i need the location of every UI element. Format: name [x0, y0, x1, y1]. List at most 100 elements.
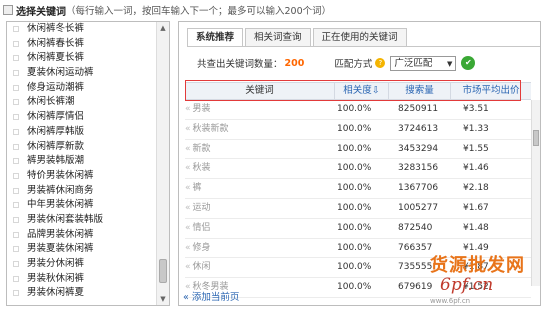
table-scroll-thumb[interactable] — [533, 130, 539, 146]
keyword-cell[interactable]: «情侣 — [185, 219, 211, 238]
table-row[interactable]: «情侣 100.0% 872540 ¥1.48 — [185, 219, 531, 239]
keyword-input-text: 男装分休闲裤 — [27, 258, 85, 269]
relevance-cell-text: 100.0% — [337, 163, 372, 174]
watermark-title: 货源批发网 — [430, 255, 525, 276]
keyword-input-line[interactable]: 休闲裤厚新款 — [7, 140, 157, 155]
keyword-cell[interactable]: «休闲 — [185, 258, 211, 277]
keyword-cell-text: 情侣 — [192, 222, 211, 233]
table-row[interactable]: «新款 100.0% 3453294 ¥1.55 — [185, 140, 531, 160]
keyword-cell[interactable]: «男装 — [185, 100, 211, 119]
price-cell-text: ¥1.48 — [463, 222, 489, 233]
relevance-cell: 100.0% — [337, 120, 371, 139]
help-icon[interactable]: ? — [375, 58, 386, 68]
keyword-input-line[interactable]: 修身运动潮裤 — [7, 81, 157, 96]
keyword-input-line[interactable]: 夏装休闲运动裤 — [7, 66, 157, 81]
keyword-cell-text: 裤 — [192, 183, 202, 194]
add-keyword-chevron-icon[interactable]: « — [185, 104, 191, 114]
keyword-cell-text: 秋装新款 — [192, 123, 229, 134]
price-cell: ¥1.46 — [463, 159, 489, 178]
add-keyword-chevron-icon[interactable]: « — [185, 144, 191, 154]
tab-system-recommend[interactable]: 系统推荐 — [187, 28, 244, 47]
tab-in-use-keywords[interactable]: 正在使用的关键词 — [312, 28, 407, 47]
keyword-cell[interactable]: «修身 — [185, 239, 211, 258]
price-cell: ¥3.51 — [463, 100, 489, 119]
price-cell: ¥2.18 — [463, 179, 489, 198]
searches-cell: 1005277 — [398, 199, 438, 218]
keyword-input-line[interactable]: 中年男装休闲裤 — [7, 198, 157, 213]
keyword-input-line[interactable]: 休闲裤厚情侣 — [7, 110, 157, 125]
keyword-input-text: 特价男装休闲裤 — [27, 169, 94, 181]
keyword-cell[interactable]: «运动 — [185, 199, 211, 218]
add-keyword-chevron-icon[interactable]: « — [185, 183, 191, 193]
add-keyword-chevron-icon[interactable]: « — [185, 124, 191, 134]
keyword-input-text: 男装夏装休闲裤 — [27, 243, 94, 255]
line-marker-icon — [13, 187, 19, 194]
keyword-input-line[interactable]: 休闲裤夏长裤 — [7, 51, 157, 66]
line-marker-icon — [13, 84, 19, 91]
line-marker-icon — [13, 158, 19, 165]
keyword-input-text: 休闲裤春长裤 — [27, 37, 85, 49]
match-type-select[interactable]: 广泛匹配 ▼ — [390, 55, 457, 71]
relevance-cell-text: 100.0% — [337, 104, 372, 114]
relevance-cell-text: 100.0% — [337, 202, 372, 213]
confirm-go-icon[interactable]: ✔ — [461, 56, 476, 70]
line-marker-icon — [13, 202, 19, 209]
scroll-thumb[interactable] — [159, 259, 167, 283]
keyword-input-line[interactable]: 男装夏装休闲裤 — [7, 242, 157, 257]
table-row[interactable]: «运动 100.0% 1005277 ¥1.67 — [185, 199, 531, 219]
keyword-input-line[interactable]: 休闲裤春长裤 — [7, 37, 157, 52]
table-row[interactable]: «男装 100.0% 8250911 ¥3.51 — [185, 100, 531, 120]
add-keyword-chevron-icon[interactable]: « — [185, 262, 191, 272]
keyword-input-line[interactable]: 男装秋休闲裤 — [7, 272, 157, 287]
add-keyword-chevron-icon[interactable]: « — [185, 243, 191, 253]
result-info-row: 共查出关键词数量： 200 匹配方式 ? 广泛匹配 ▼ ✔ — [197, 55, 476, 71]
keyword-input-line[interactable]: 男装休闲套装韩版 — [7, 213, 157, 228]
line-marker-icon — [13, 55, 19, 62]
scroll-down-icon[interactable]: ▼ — [157, 293, 169, 305]
keyword-input-line[interactable]: 特价男装休闲裤 — [7, 169, 157, 184]
tab-related-query[interactable]: 相关词查询 — [245, 28, 311, 47]
keyword-cell[interactable]: «秋装新款 — [185, 120, 229, 139]
scroll-up-icon[interactable]: ▲ — [157, 22, 169, 34]
table-row[interactable]: «秋装 100.0% 3283156 ¥1.46 — [185, 159, 531, 180]
keyword-list-scrollbar[interactable]: ▲ ▼ — [156, 22, 169, 305]
keyword-input-line[interactable]: 休闲裤厚韩版 — [7, 125, 157, 140]
keyword-input-line[interactable]: 休闲长裤潮 — [7, 95, 157, 110]
keyword-input-text: 中年男装休闲裤 — [27, 199, 94, 211]
add-keyword-chevron-icon[interactable]: « — [185, 163, 191, 173]
keyword-input-area[interactable]: 休闲裤冬长裤 休闲裤春长裤 休闲裤夏长裤 夏装休闲运动裤修身运动潮裤 休闲长裤潮休闲裤厚… — [6, 21, 170, 306]
keyword-input-text: 夏装休闲运动裤 — [27, 67, 94, 79]
table-row[interactable]: «裤 100.0% 1367706 ¥2.18 — [185, 179, 531, 199]
keyword-input-line[interactable]: 裤男装韩版潮 — [7, 154, 157, 169]
keyword-cell[interactable]: «秋装 — [185, 159, 211, 178]
keyword-cell-text: 新款 — [192, 143, 211, 154]
site-watermark: 货源批发网 6pf.cn www.6pf.cn — [418, 251, 546, 309]
searches-cell: 3724613 — [398, 120, 438, 139]
keyword-input-line[interactable]: 男装分休闲裤 — [7, 257, 157, 272]
keyword-input-line[interactable]: 男装休闲裤夏 — [7, 286, 157, 301]
add-keyword-chevron-icon[interactable]: « — [185, 203, 191, 213]
keyword-cell-text: 修身 — [192, 242, 211, 253]
searches-cell: 8250911 — [398, 100, 438, 119]
price-cell-text: ¥2.18 — [463, 183, 489, 194]
table-row[interactable]: «秋装新款 100.0% 3724613 ¥1.33 — [185, 120, 531, 140]
keyword-input-text: 休闲长裤潮 — [27, 96, 75, 108]
keyword-cell[interactable]: «裤 — [185, 179, 202, 198]
keyword-input-text: 男装秋休闲裤 — [27, 272, 85, 284]
line-marker-icon — [13, 216, 19, 223]
match-type-value: 广泛匹配 — [394, 57, 433, 69]
price-cell-text: ¥3.51 — [463, 104, 489, 114]
add-current-page-link[interactable]: « 添加当前页 — [183, 289, 239, 303]
relevance-cell: 100.0% — [337, 239, 371, 258]
line-marker-icon — [13, 114, 19, 121]
keyword-input-line[interactable]: 品牌男装休闲裤 — [7, 228, 157, 243]
price-cell: ¥1.55 — [463, 140, 489, 159]
keyword-input-line[interactable]: 休闲裤冬长裤 — [7, 22, 157, 37]
keyword-input-text: 品牌男装休闲裤 — [27, 228, 94, 240]
keyword-input-line[interactable]: 男装裤休闲商务 — [7, 184, 157, 199]
keyword-cell[interactable]: «新款 — [185, 140, 211, 159]
keyword-input-text: 休闲裤夏长裤 — [27, 52, 85, 64]
keyword-input-text: 休闲裤厚情侣 — [27, 111, 85, 123]
relevance-cell: 100.0% — [337, 199, 371, 218]
add-keyword-chevron-icon[interactable]: « — [185, 223, 191, 233]
